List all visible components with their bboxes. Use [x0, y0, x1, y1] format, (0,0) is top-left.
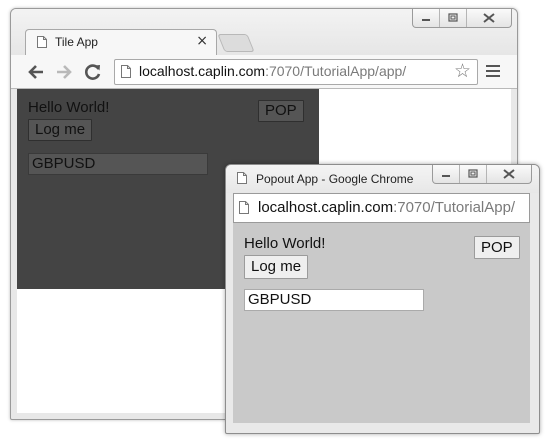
- back-arrow-icon[interactable]: [25, 61, 47, 83]
- browser-toolbar: localhost.caplin.com:7070/TutorialApp/ap…: [11, 55, 517, 89]
- log-me-button[interactable]: Log me: [28, 119, 93, 141]
- close-window-icon[interactable]: [467, 9, 511, 27]
- pop-button[interactable]: POP: [258, 100, 304, 122]
- currency-pair-input[interactable]: GBPUSD: [244, 289, 424, 311]
- pop-button[interactable]: POP: [474, 236, 520, 259]
- popout-address-bar[interactable]: localhost.caplin.com:7070/TutorialApp/: [233, 193, 530, 223]
- close-window-icon[interactable]: [487, 165, 531, 183]
- window-controls: [412, 9, 512, 28]
- restore-icon[interactable]: [440, 9, 467, 27]
- popout-window-title: Popout App - Google Chrome: [256, 172, 414, 186]
- page-icon: [121, 65, 131, 78]
- new-tab-button[interactable]: [217, 34, 255, 52]
- currency-pair-input[interactable]: GBPUSD: [28, 153, 208, 175]
- greeting-text: Hello World!: [244, 235, 326, 252]
- log-me-button[interactable]: Log me: [244, 255, 309, 279]
- page-icon: [37, 36, 47, 48]
- tab-title: Tile App: [55, 35, 98, 49]
- minimize-icon[interactable]: [433, 165, 460, 183]
- page-icon: [237, 172, 247, 184]
- forward-arrow-icon[interactable]: [53, 61, 75, 83]
- bookmark-star-icon[interactable]: ☆: [454, 61, 471, 81]
- reload-icon[interactable]: [82, 61, 104, 83]
- popout-window-controls: [432, 165, 532, 184]
- menu-icon[interactable]: [486, 65, 500, 80]
- restore-icon[interactable]: [460, 165, 487, 183]
- browser-window-popout: Popout App - Google Chrome localhost.cap…: [225, 164, 540, 434]
- greeting-text: Hello World!: [28, 99, 110, 116]
- address-bar[interactable]: localhost.caplin.com:7070/TutorialApp/ap…: [114, 59, 478, 85]
- popout-app-panel: Hello World! Log me POP GBPUSD: [233, 223, 530, 423]
- popout-url-text[interactable]: localhost.caplin.com:7070/TutorialApp/: [258, 199, 515, 216]
- minimize-icon[interactable]: [413, 9, 440, 27]
- tab-tile-app[interactable]: Tile App ×: [25, 29, 217, 56]
- tab-close-icon[interactable]: ×: [196, 33, 208, 49]
- url-text[interactable]: localhost.caplin.com:7070/TutorialApp/ap…: [139, 63, 406, 79]
- page-icon: [239, 201, 249, 214]
